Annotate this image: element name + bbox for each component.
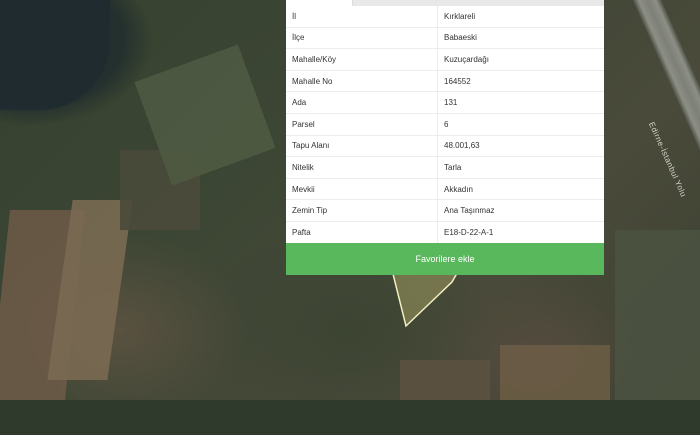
map-field (400, 360, 490, 400)
row-value: Kuzuçardağı (437, 48, 604, 71)
table-row: Parsel 6 (286, 113, 604, 136)
road-label: Edirne-İstanbul Yolu (646, 120, 689, 199)
table-row: Nitelik Tarla (286, 156, 604, 179)
table-row: İl Kırklareli (286, 6, 604, 28)
parcel-info-table: İl Kırklareli İlçe Babaeski Mahalle/Köy Kuz… (286, 6, 604, 244)
table-row: Mevkii Akkadın (286, 178, 604, 201)
row-value: Ana Taşınmaz (437, 199, 604, 222)
table-row: Mahalle/Köy Kuzuçardağı (286, 48, 604, 71)
row-key: Pafta (286, 221, 438, 244)
row-value: Akkadın (437, 178, 604, 201)
row-value: E18-D-22-A-1 (437, 221, 604, 244)
selected-parcel-outline[interactable] (392, 268, 462, 328)
parcel-info-panel: İl Kırklareli İlçe Babaeski Mahalle/Köy Kuz… (286, 0, 604, 275)
table-row: Mahalle No 164552 (286, 70, 604, 93)
table-row: Zemin Tip Ana Taşınmaz (286, 199, 604, 222)
row-key: Mahalle No (286, 70, 438, 93)
row-key: Parsel (286, 113, 438, 136)
table-row: Tapu Alanı 48.001,63 (286, 135, 604, 158)
table-row: Ada 131 (286, 91, 604, 114)
row-value: 6 (437, 113, 604, 136)
row-value: Tarla (437, 156, 604, 179)
add-to-favorites-button[interactable]: Favorilere ekle (286, 243, 604, 275)
row-key: Ada (286, 91, 438, 114)
row-key: İlçe (286, 27, 438, 50)
row-value: 164552 (437, 70, 604, 93)
row-key: Tapu Alanı (286, 135, 438, 158)
row-key: İl (286, 6, 438, 28)
row-key: Zemin Tip (286, 199, 438, 222)
table-row: Pafta E18-D-22-A-1 (286, 221, 604, 244)
row-value: Babaeski (437, 27, 604, 50)
row-key: Mahalle/Köy (286, 48, 438, 71)
row-value: 48.001,63 (437, 135, 604, 158)
map-field (500, 345, 610, 400)
map-field (615, 230, 700, 400)
row-key: Nitelik (286, 156, 438, 179)
row-key: Mevkii (286, 178, 438, 201)
row-value: Kırklareli (437, 6, 604, 28)
table-row: İlçe Babaeski (286, 27, 604, 50)
row-value: 131 (437, 91, 604, 114)
map-field (0, 0, 110, 110)
